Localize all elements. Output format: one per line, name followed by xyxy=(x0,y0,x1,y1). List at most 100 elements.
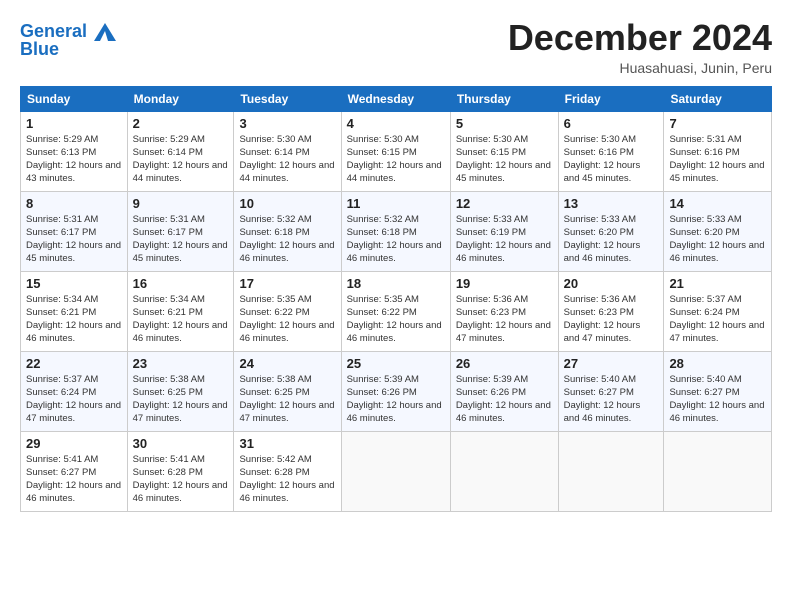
sunset-label: Sunset: 6:25 PM xyxy=(133,387,203,398)
logo-general: General xyxy=(20,21,87,41)
calendar-cell: 10 Sunrise: 5:32 AM Sunset: 6:18 PM Dayl… xyxy=(234,191,341,271)
day-number: 25 xyxy=(347,356,445,371)
sunrise-label: Sunrise: 5:33 AM xyxy=(669,214,741,225)
day-info: Sunrise: 5:31 AM Sunset: 6:17 PM Dayligh… xyxy=(133,213,229,266)
logo-icon xyxy=(94,23,116,41)
day-number: 7 xyxy=(669,116,766,131)
day-number: 12 xyxy=(456,196,553,211)
sunset-label: Sunset: 6:23 PM xyxy=(564,307,634,318)
calendar-cell: 14 Sunrise: 5:33 AM Sunset: 6:20 PM Dayl… xyxy=(664,191,772,271)
header-row: Sunday Monday Tuesday Wednesday Thursday… xyxy=(21,86,772,111)
day-info: Sunrise: 5:35 AM Sunset: 6:22 PM Dayligh… xyxy=(239,293,335,346)
sunset-label: Sunset: 6:18 PM xyxy=(347,227,417,238)
sunrise-label: Sunrise: 5:35 AM xyxy=(239,294,311,305)
day-info: Sunrise: 5:30 AM Sunset: 6:15 PM Dayligh… xyxy=(456,133,553,186)
daylight-label: Daylight: 12 hours and 46 minutes. xyxy=(239,320,334,344)
sunrise-label: Sunrise: 5:30 AM xyxy=(347,134,419,145)
calendar-cell xyxy=(664,431,772,511)
day-info: Sunrise: 5:41 AM Sunset: 6:27 PM Dayligh… xyxy=(26,453,122,506)
sunset-label: Sunset: 6:19 PM xyxy=(456,227,526,238)
day-info: Sunrise: 5:37 AM Sunset: 6:24 PM Dayligh… xyxy=(26,373,122,426)
sunrise-label: Sunrise: 5:31 AM xyxy=(133,214,205,225)
day-number: 29 xyxy=(26,436,122,451)
day-number: 20 xyxy=(564,276,659,291)
sunrise-label: Sunrise: 5:40 AM xyxy=(564,374,636,385)
sunrise-label: Sunrise: 5:41 AM xyxy=(26,454,98,465)
sunset-label: Sunset: 6:14 PM xyxy=(133,147,203,158)
daylight-label: Daylight: 12 hours and 45 minutes. xyxy=(26,240,121,264)
calendar-cell: 23 Sunrise: 5:38 AM Sunset: 6:25 PM Dayl… xyxy=(127,351,234,431)
day-number: 9 xyxy=(133,196,229,211)
calendar-cell: 28 Sunrise: 5:40 AM Sunset: 6:27 PM Dayl… xyxy=(664,351,772,431)
week-row-4: 22 Sunrise: 5:37 AM Sunset: 6:24 PM Dayl… xyxy=(21,351,772,431)
col-sunday: Sunday xyxy=(21,86,128,111)
sunset-label: Sunset: 6:20 PM xyxy=(669,227,739,238)
sunrise-label: Sunrise: 5:29 AM xyxy=(26,134,98,145)
calendar-cell: 29 Sunrise: 5:41 AM Sunset: 6:27 PM Dayl… xyxy=(21,431,128,511)
sunrise-label: Sunrise: 5:34 AM xyxy=(26,294,98,305)
daylight-label: Daylight: 12 hours and 45 minutes. xyxy=(564,160,641,184)
calendar-cell: 5 Sunrise: 5:30 AM Sunset: 6:15 PM Dayli… xyxy=(450,111,558,191)
daylight-label: Daylight: 12 hours and 46 minutes. xyxy=(456,400,551,424)
calendar-cell: 20 Sunrise: 5:36 AM Sunset: 6:23 PM Dayl… xyxy=(558,271,664,351)
sunset-label: Sunset: 6:15 PM xyxy=(347,147,417,158)
day-info: Sunrise: 5:37 AM Sunset: 6:24 PM Dayligh… xyxy=(669,293,766,346)
sunrise-label: Sunrise: 5:37 AM xyxy=(669,294,741,305)
sunrise-label: Sunrise: 5:30 AM xyxy=(239,134,311,145)
sunrise-label: Sunrise: 5:38 AM xyxy=(239,374,311,385)
col-monday: Monday xyxy=(127,86,234,111)
sunset-label: Sunset: 6:16 PM xyxy=(564,147,634,158)
sunset-label: Sunset: 6:27 PM xyxy=(26,467,96,478)
calendar-cell: 15 Sunrise: 5:34 AM Sunset: 6:21 PM Dayl… xyxy=(21,271,128,351)
daylight-label: Daylight: 12 hours and 46 minutes. xyxy=(133,480,228,504)
sunrise-label: Sunrise: 5:32 AM xyxy=(239,214,311,225)
daylight-label: Daylight: 12 hours and 44 minutes. xyxy=(347,160,442,184)
sunrise-label: Sunrise: 5:36 AM xyxy=(456,294,528,305)
day-info: Sunrise: 5:32 AM Sunset: 6:18 PM Dayligh… xyxy=(239,213,335,266)
calendar-cell: 19 Sunrise: 5:36 AM Sunset: 6:23 PM Dayl… xyxy=(450,271,558,351)
sunset-label: Sunset: 6:14 PM xyxy=(239,147,309,158)
sunrise-label: Sunrise: 5:31 AM xyxy=(669,134,741,145)
calendar-cell: 26 Sunrise: 5:39 AM Sunset: 6:26 PM Dayl… xyxy=(450,351,558,431)
day-number: 11 xyxy=(347,196,445,211)
calendar-cell: 27 Sunrise: 5:40 AM Sunset: 6:27 PM Dayl… xyxy=(558,351,664,431)
daylight-label: Daylight: 12 hours and 47 minutes. xyxy=(564,320,641,344)
calendar-body: 1 Sunrise: 5:29 AM Sunset: 6:13 PM Dayli… xyxy=(21,111,772,511)
sunrise-label: Sunrise: 5:41 AM xyxy=(133,454,205,465)
col-friday: Friday xyxy=(558,86,664,111)
sunset-label: Sunset: 6:27 PM xyxy=(669,387,739,398)
calendar-cell xyxy=(558,431,664,511)
calendar-cell: 17 Sunrise: 5:35 AM Sunset: 6:22 PM Dayl… xyxy=(234,271,341,351)
sunrise-label: Sunrise: 5:39 AM xyxy=(347,374,419,385)
sunset-label: Sunset: 6:17 PM xyxy=(133,227,203,238)
daylight-label: Daylight: 12 hours and 47 minutes. xyxy=(26,400,121,424)
sunset-label: Sunset: 6:25 PM xyxy=(239,387,309,398)
day-info: Sunrise: 5:36 AM Sunset: 6:23 PM Dayligh… xyxy=(564,293,659,346)
calendar-cell: 6 Sunrise: 5:30 AM Sunset: 6:16 PM Dayli… xyxy=(558,111,664,191)
header: General Blue December 2024 Huasahuasi, J… xyxy=(20,18,772,76)
sunset-label: Sunset: 6:13 PM xyxy=(26,147,96,158)
calendar-cell: 1 Sunrise: 5:29 AM Sunset: 6:13 PM Dayli… xyxy=(21,111,128,191)
logo-blue: Blue xyxy=(20,40,116,60)
daylight-label: Daylight: 12 hours and 46 minutes. xyxy=(26,320,121,344)
daylight-label: Daylight: 12 hours and 45 minutes. xyxy=(133,240,228,264)
calendar-table: Sunday Monday Tuesday Wednesday Thursday… xyxy=(20,86,772,512)
daylight-label: Daylight: 12 hours and 46 minutes. xyxy=(26,480,121,504)
calendar-cell: 16 Sunrise: 5:34 AM Sunset: 6:21 PM Dayl… xyxy=(127,271,234,351)
daylight-label: Daylight: 12 hours and 47 minutes. xyxy=(239,400,334,424)
day-info: Sunrise: 5:29 AM Sunset: 6:13 PM Dayligh… xyxy=(26,133,122,186)
day-info: Sunrise: 5:34 AM Sunset: 6:21 PM Dayligh… xyxy=(133,293,229,346)
sunset-label: Sunset: 6:22 PM xyxy=(347,307,417,318)
day-number: 22 xyxy=(26,356,122,371)
day-number: 19 xyxy=(456,276,553,291)
day-number: 31 xyxy=(239,436,335,451)
day-info: Sunrise: 5:31 AM Sunset: 6:17 PM Dayligh… xyxy=(26,213,122,266)
sunrise-label: Sunrise: 5:33 AM xyxy=(564,214,636,225)
day-number: 21 xyxy=(669,276,766,291)
daylight-label: Daylight: 12 hours and 47 minutes. xyxy=(456,320,551,344)
week-row-2: 8 Sunrise: 5:31 AM Sunset: 6:17 PM Dayli… xyxy=(21,191,772,271)
day-info: Sunrise: 5:33 AM Sunset: 6:19 PM Dayligh… xyxy=(456,213,553,266)
sunrise-label: Sunrise: 5:42 AM xyxy=(239,454,311,465)
sunset-label: Sunset: 6:21 PM xyxy=(133,307,203,318)
calendar-header: Sunday Monday Tuesday Wednesday Thursday… xyxy=(21,86,772,111)
